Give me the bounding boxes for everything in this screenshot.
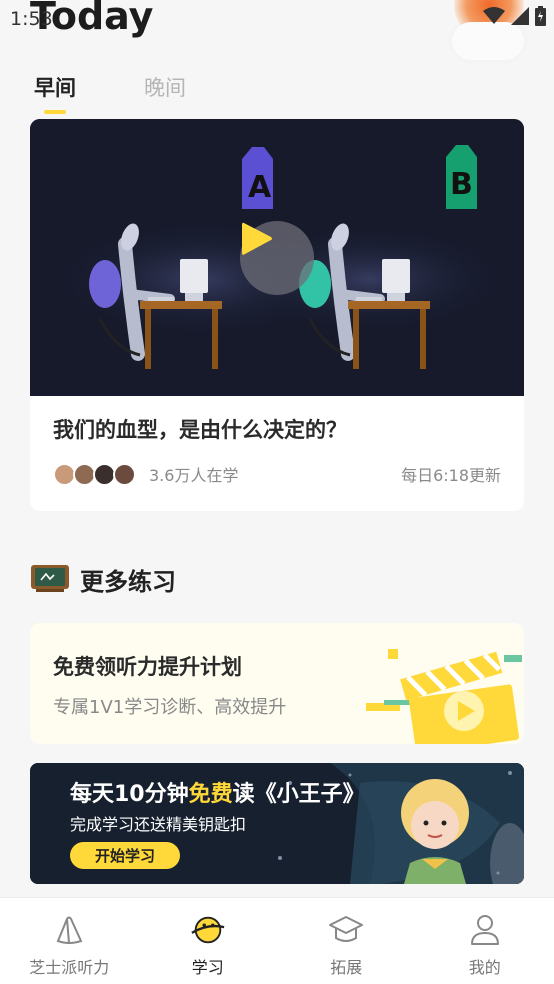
learner-count: 3.6万人在学: [149, 466, 239, 485]
signal-icon: [511, 7, 529, 29]
wifi-icon: [483, 7, 505, 29]
video-meta: 3.6万人在学 每日6:18更新: [53, 461, 501, 487]
badge-a-label: A: [248, 170, 272, 205]
banner-title-suffix: 读《小王子》: [232, 782, 365, 807]
avatar: [113, 462, 136, 486]
learner-avatars: [53, 462, 136, 486]
nav-item-extend[interactable]: 拓展: [277, 898, 416, 984]
cheese-icon: [51, 912, 87, 948]
play-button[interactable]: [240, 221, 314, 295]
status-time: 1:53: [10, 8, 53, 30]
play-icon: [242, 222, 272, 255]
listening-plan-subtitle: 专属1V1学习诊断、高效提升: [53, 697, 287, 718]
section-header: 更多练习: [30, 562, 176, 597]
little-prince-banner[interactable]: 每天10分钟免费读《小王子》 完成学习还送精美钥匙扣 开始学习: [30, 763, 524, 884]
battery-icon: [535, 6, 546, 30]
nav-item-profile[interactable]: 我的: [416, 898, 554, 984]
time-tabs: 早间 晚间: [34, 72, 186, 114]
nav-label-profile: 我的: [468, 958, 501, 977]
tab-morning[interactable]: 早间: [34, 72, 76, 114]
chalkboard-icon: [30, 563, 70, 597]
video-thumbnail[interactable]: A B: [30, 119, 524, 396]
listening-plan-card[interactable]: 免费领听力提升计划 专属1V1学习诊断、高效提升: [30, 623, 524, 744]
nav-label-study: 学习: [191, 958, 224, 977]
nav-label-listening: 芝士派听力: [29, 958, 110, 977]
nav-item-study[interactable]: 学习: [139, 898, 278, 984]
graduation-cap-icon: [328, 912, 364, 948]
nav-label-extend: 拓展: [330, 958, 363, 977]
clapperboard-icon: [366, 649, 522, 744]
listening-plan-title: 免费领听力提升计划: [53, 655, 242, 679]
badge-b-label: B: [450, 167, 473, 202]
section-title: 更多练习: [80, 568, 176, 596]
tab-evening[interactable]: 晚间: [144, 72, 186, 112]
start-learning-button[interactable]: 开始学习: [70, 842, 180, 869]
person-icon: [467, 912, 503, 948]
nav-item-listening[interactable]: 芝士派听力: [0, 898, 139, 984]
banner-subtitle: 完成学习还送精美钥匙扣: [70, 815, 247, 834]
banner-title-prefix: 每天10分钟: [70, 782, 189, 807]
update-time: 每日6:18更新: [401, 466, 501, 485]
video-title: 我们的血型，是由什么决定的？: [53, 418, 347, 442]
planet-icon: [190, 912, 226, 948]
banner-title-highlight: 免费: [188, 782, 233, 807]
daily-video-card[interactable]: A B 我们的血型，是由什么决定的？ 3.6万人在学 每日6:18更新: [30, 119, 524, 511]
bottom-navigation: 芝士派听力 学习 拓展 我的: [0, 897, 554, 984]
status-icons: [483, 6, 546, 30]
banner-title: 每天10分钟免费读《小王子》: [70, 776, 365, 808]
